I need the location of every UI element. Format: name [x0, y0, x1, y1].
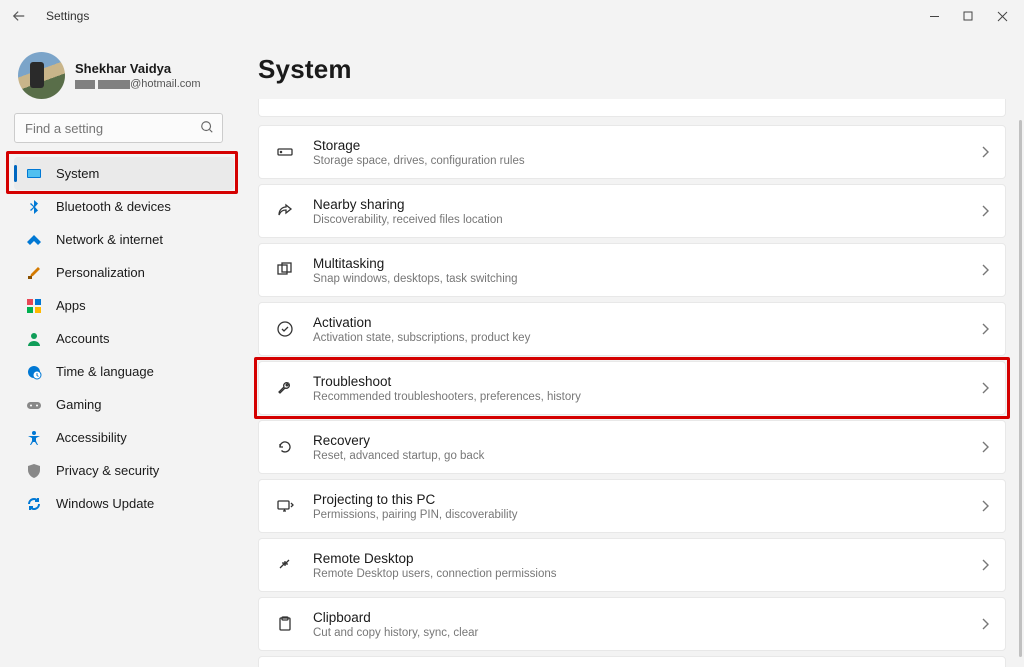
card-troubleshoot[interactable]: Troubleshoot Recommended troubleshooters…: [258, 361, 1006, 415]
card-title: Troubleshoot: [313, 374, 981, 389]
nav-label: Time & language: [56, 364, 154, 379]
chevron-right-icon: [981, 618, 989, 630]
nav-item-accounts[interactable]: Accounts: [14, 322, 234, 355]
card-title: Nearby sharing: [313, 197, 981, 212]
multitask-icon: [275, 260, 295, 280]
nav-label: Network & internet: [56, 232, 163, 247]
maximize-button[interactable]: [962, 10, 974, 22]
brush-icon: [26, 265, 42, 281]
card-subtitle: Remote Desktop users, connection permiss…: [313, 568, 981, 580]
card-clipboard[interactable]: Clipboard Cut and copy history, sync, cl…: [258, 597, 1006, 651]
nav-item-personalization[interactable]: Personalization: [14, 256, 234, 289]
minimize-button[interactable]: [928, 10, 940, 22]
nav-item-accessibility[interactable]: Accessibility: [14, 421, 234, 454]
nav-label: Personalization: [56, 265, 145, 280]
nav-label: Gaming: [56, 397, 102, 412]
chevron-right-icon: [981, 500, 989, 512]
card-title: Projecting to this PC: [313, 492, 981, 507]
profile-block[interactable]: Shekhar Vaidya @hotmail.com: [18, 52, 234, 99]
card-subtitle: Activation state, subscriptions, product…: [313, 332, 981, 344]
card-title: Remote Desktop: [313, 551, 981, 566]
window-title: Settings: [46, 9, 89, 23]
card-activation[interactable]: Activation Activation state, subscriptio…: [258, 302, 1006, 356]
bluetooth-icon: [26, 199, 42, 215]
monitor-icon: [26, 166, 42, 182]
card-subtitle: Permissions, pairing PIN, discoverabilit…: [313, 509, 981, 521]
card-multitasking[interactable]: Multitasking Snap windows, desktops, tas…: [258, 243, 1006, 297]
search-box[interactable]: [14, 113, 234, 143]
search-input[interactable]: [14, 113, 223, 143]
nav-list: System Bluetooth & devices Network & inter…: [14, 157, 234, 520]
nav-label: Apps: [56, 298, 86, 313]
chevron-right-icon: [981, 559, 989, 571]
chevron-right-icon: [981, 382, 989, 394]
card-projecting-to-this-pc[interactable]: Projecting to this PC Permissions, pairi…: [258, 479, 1006, 533]
gamepad-icon: [26, 397, 42, 413]
remote-icon: [275, 555, 295, 575]
card-title: Recovery: [313, 433, 981, 448]
back-icon[interactable]: [10, 7, 28, 25]
sidebar: Shekhar Vaidya @hotmail.com System Blueto…: [0, 32, 244, 667]
accessibility-icon: [26, 430, 42, 446]
page-title: System: [258, 54, 1006, 85]
check-circle-icon: [275, 319, 295, 339]
globe-clock-icon: [26, 364, 42, 380]
nav-item-network-internet[interactable]: Network & internet: [14, 223, 234, 256]
card-title: Clipboard: [313, 610, 981, 625]
nav-item-privacy-security[interactable]: Privacy & security: [14, 454, 234, 487]
card-recovery[interactable]: Recovery Reset, advanced startup, go bac…: [258, 420, 1006, 474]
nav-item-time-language[interactable]: Time & language: [14, 355, 234, 388]
title-bar: Settings: [0, 0, 1024, 32]
card-remote-desktop[interactable]: Remote Desktop Remote Desktop users, con…: [258, 538, 1006, 592]
nav-label: Bluetooth & devices: [56, 199, 171, 214]
card-subtitle: Discoverability, received files location: [313, 214, 981, 226]
card-title: Multitasking: [313, 256, 981, 271]
clipboard-icon: [275, 614, 295, 634]
chevron-right-icon: [981, 146, 989, 158]
update-icon: [26, 496, 42, 512]
apps-icon: [26, 298, 42, 314]
person-icon: [26, 331, 42, 347]
nav-label: Privacy & security: [56, 463, 159, 478]
nav-label: Windows Update: [56, 496, 154, 511]
search-icon: [200, 120, 214, 134]
chevron-right-icon: [981, 323, 989, 335]
nav-label: System: [56, 166, 99, 181]
project-icon: [275, 496, 295, 516]
card-storage[interactable]: Storage Storage space, drives, configura…: [258, 125, 1006, 179]
profile-name: Shekhar Vaidya: [75, 61, 201, 76]
nav-label: Accessibility: [56, 430, 127, 445]
close-button[interactable]: [996, 10, 1008, 22]
card-subtitle: Recommended troubleshooters, preferences…: [313, 391, 981, 403]
chevron-right-icon: [981, 205, 989, 217]
shield-icon: [26, 463, 42, 479]
chevron-right-icon: [981, 264, 989, 276]
card-subtitle: Snap windows, desktops, task switching: [313, 273, 981, 285]
wrench-icon: [275, 378, 295, 398]
nav-item-system[interactable]: System: [14, 157, 234, 190]
scrollbar[interactable]: [1019, 120, 1022, 657]
nav-label: Accounts: [56, 331, 109, 346]
recovery-icon: [275, 437, 295, 457]
nav-item-apps[interactable]: Apps: [14, 289, 234, 322]
main-content: System Storage Storage space, drives, co…: [244, 32, 1024, 667]
card-subtitle: Cut and copy history, sync, clear: [313, 627, 981, 639]
card-about[interactable]: About Device specifications, rename PC, …: [258, 656, 1006, 667]
nav-item-bluetooth-devices[interactable]: Bluetooth & devices: [14, 190, 234, 223]
profile-email: @hotmail.com: [75, 78, 201, 90]
card-subtitle: Storage space, drives, configuration rul…: [313, 155, 981, 167]
card-title: Storage: [313, 138, 981, 153]
nav-item-gaming[interactable]: Gaming: [14, 388, 234, 421]
share-icon: [275, 201, 295, 221]
partial-card-top[interactable]: [258, 99, 1006, 117]
card-subtitle: Reset, advanced startup, go back: [313, 450, 981, 462]
nav-item-windows-update[interactable]: Windows Update: [14, 487, 234, 520]
card-title: Activation: [313, 315, 981, 330]
card-nearby-sharing[interactable]: Nearby sharing Discoverability, received…: [258, 184, 1006, 238]
avatar: [18, 52, 65, 99]
chevron-right-icon: [981, 441, 989, 453]
hdd-icon: [275, 142, 295, 162]
wifi-icon: [26, 232, 42, 248]
